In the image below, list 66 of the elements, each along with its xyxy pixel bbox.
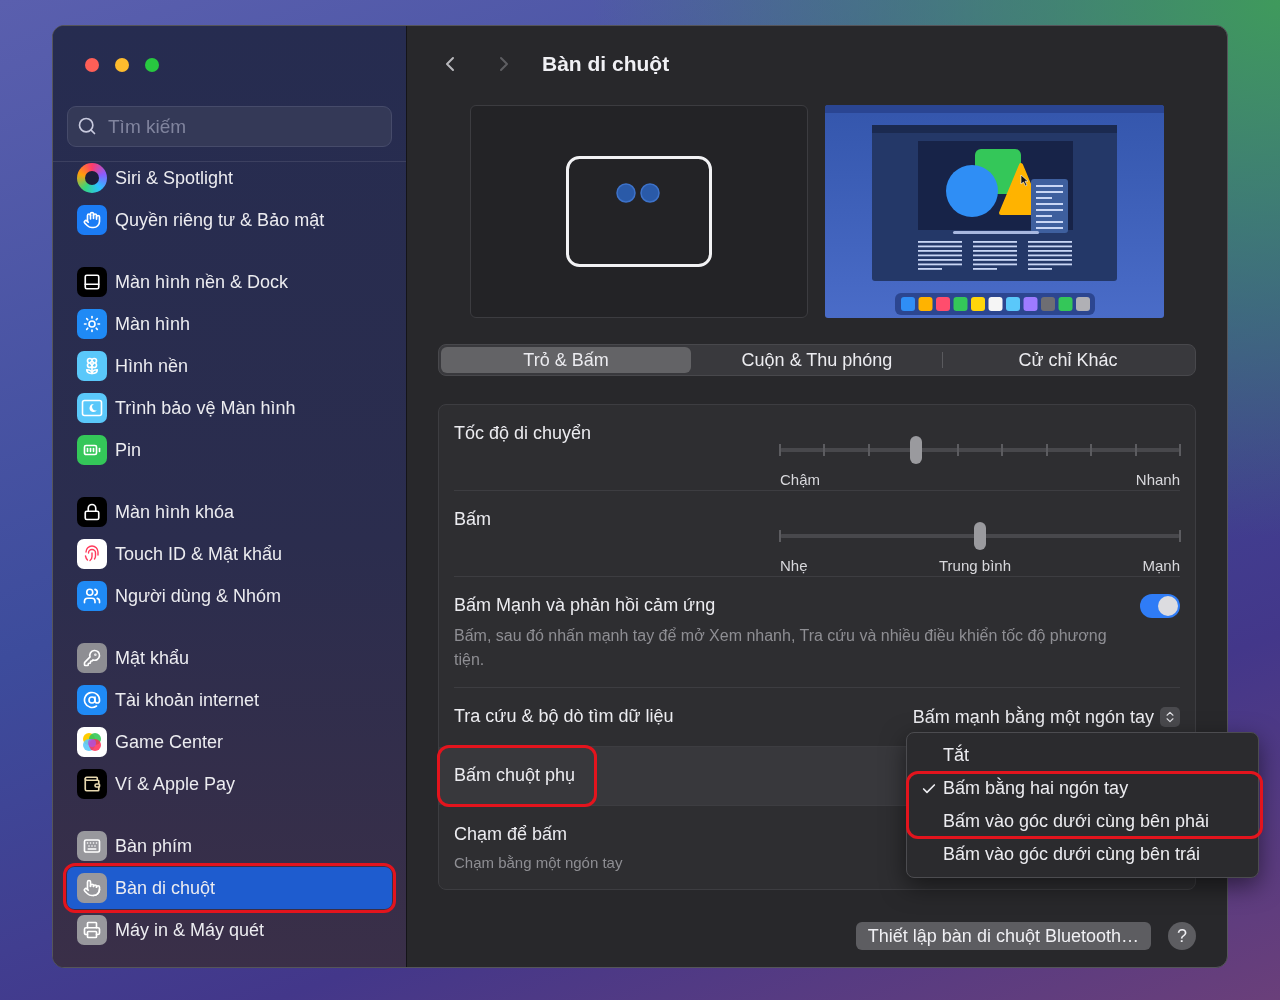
toggle-switch[interactable] (1140, 594, 1180, 618)
sidebar-item[interactable]: Màn hình nền & Dock (67, 261, 392, 303)
search-icon (77, 116, 97, 136)
close-button[interactable] (85, 58, 99, 72)
menu-option[interactable]: Tắt (907, 739, 1258, 772)
setting-label: Tốc độ di chuyển (454, 423, 592, 443)
colorful-bubbles-icon (77, 727, 107, 757)
wallet-icon (77, 769, 107, 799)
sidebar-item[interactable]: Pin (67, 429, 392, 471)
slider-scale-label: Nhẹ (780, 557, 808, 575)
sidebar-item[interactable]: Trình bảo vệ Màn hình (67, 387, 392, 429)
search-field[interactable]: Tìm kiếm (67, 106, 392, 147)
slider-scale-label: Mạnh (1142, 557, 1180, 575)
page-title: Bàn di chuột (542, 51, 670, 78)
slider-scale-label: Trung bình (939, 557, 1011, 575)
tab[interactable]: Cuộn & Thu phóng (692, 347, 942, 373)
setting-description: Bấm, sau đó nhấn mạnh tay để mở Xem nhanh, Tra cứu và nhiều điều khiển tốc độ phương tiện. (454, 626, 1108, 670)
sidebar-item[interactable]: Tài khoản internet (67, 679, 392, 721)
sidebar-item[interactable]: Mật khẩu (67, 637, 392, 679)
help-button[interactable]: ? (1168, 922, 1196, 950)
screen-moon-icon (77, 393, 107, 423)
sidebar-item[interactable]: Người dùng & Nhóm (67, 575, 392, 617)
zoom-button[interactable] (145, 58, 159, 72)
sidebar-item[interactable]: Màn hình khóa (67, 491, 392, 533)
minimize-button[interactable] (115, 58, 129, 72)
popup-button[interactable]: Bấm mạnh bằng một ngón tay (912, 703, 1180, 731)
menu-option[interactable]: Bấm vào góc dưới cùng bên trái (907, 838, 1258, 871)
sidebar-item[interactable]: Hình nền (67, 345, 392, 387)
sidebar-item[interactable]: Siri & Spotlight (67, 162, 392, 199)
setup-button[interactable]: Thiết lập bàn di chuột Bluetooth… (855, 922, 1151, 950)
slider-scale-label: Nhanh (1135, 471, 1180, 489)
sidebar-item[interactable]: Game Center (67, 721, 392, 763)
gradient-orb-icon (77, 163, 107, 193)
flower-icon (77, 351, 107, 381)
updown-chevron-icon (1160, 707, 1180, 727)
menu-option[interactable]: Bấm bằng hai ngón tay (907, 772, 1258, 805)
lock-icon (77, 497, 107, 527)
users-icon (77, 581, 107, 611)
sidebar-item[interactable]: Touch ID & Mật khẩu (67, 533, 392, 575)
tab[interactable]: Cử chỉ Khác (943, 347, 1193, 373)
setting-description: Chạm bằng một ngón tay (454, 853, 623, 873)
setting-label: Chạm để bấm (454, 824, 568, 844)
at-sign-icon (77, 685, 107, 715)
pointer-hand-icon (77, 873, 107, 903)
hand-icon (77, 205, 107, 235)
setting-label: Bấm (454, 509, 491, 529)
dock-window-icon (77, 267, 107, 297)
slider-thumb[interactable] (910, 436, 922, 464)
key-icon (77, 643, 107, 673)
sidebar-item[interactable]: Màn hình (67, 303, 392, 345)
menu-option[interactable]: Bấm vào góc dưới cùng bên phải (907, 805, 1258, 838)
keyboard-icon (77, 831, 107, 861)
battery-icon (77, 435, 107, 465)
slider-scale-label: Chậm (780, 471, 820, 489)
setting-label: Bấm Mạnh và phản hồi cảm ứng (454, 595, 716, 615)
fingerprint-icon (77, 539, 107, 569)
sidebar-item[interactable]: Ví & Apple Pay (67, 763, 392, 805)
printer-icon (77, 915, 107, 945)
sidebar-item[interactable]: Máy in & Máy quét (67, 909, 392, 951)
tab[interactable]: Trỏ & Bấm (441, 347, 691, 373)
sidebar-item[interactable]: Bàn phím (67, 825, 392, 867)
setting-label: Tra cứu & bộ dò tìm dữ liệu (454, 706, 674, 726)
sun-icon (77, 309, 107, 339)
sidebar-item[interactable]: Quyền riêng tư & Bảo mật (67, 199, 392, 241)
setting-label: Bấm chuột phụ (454, 765, 576, 785)
slider-thumb[interactable] (974, 522, 986, 550)
